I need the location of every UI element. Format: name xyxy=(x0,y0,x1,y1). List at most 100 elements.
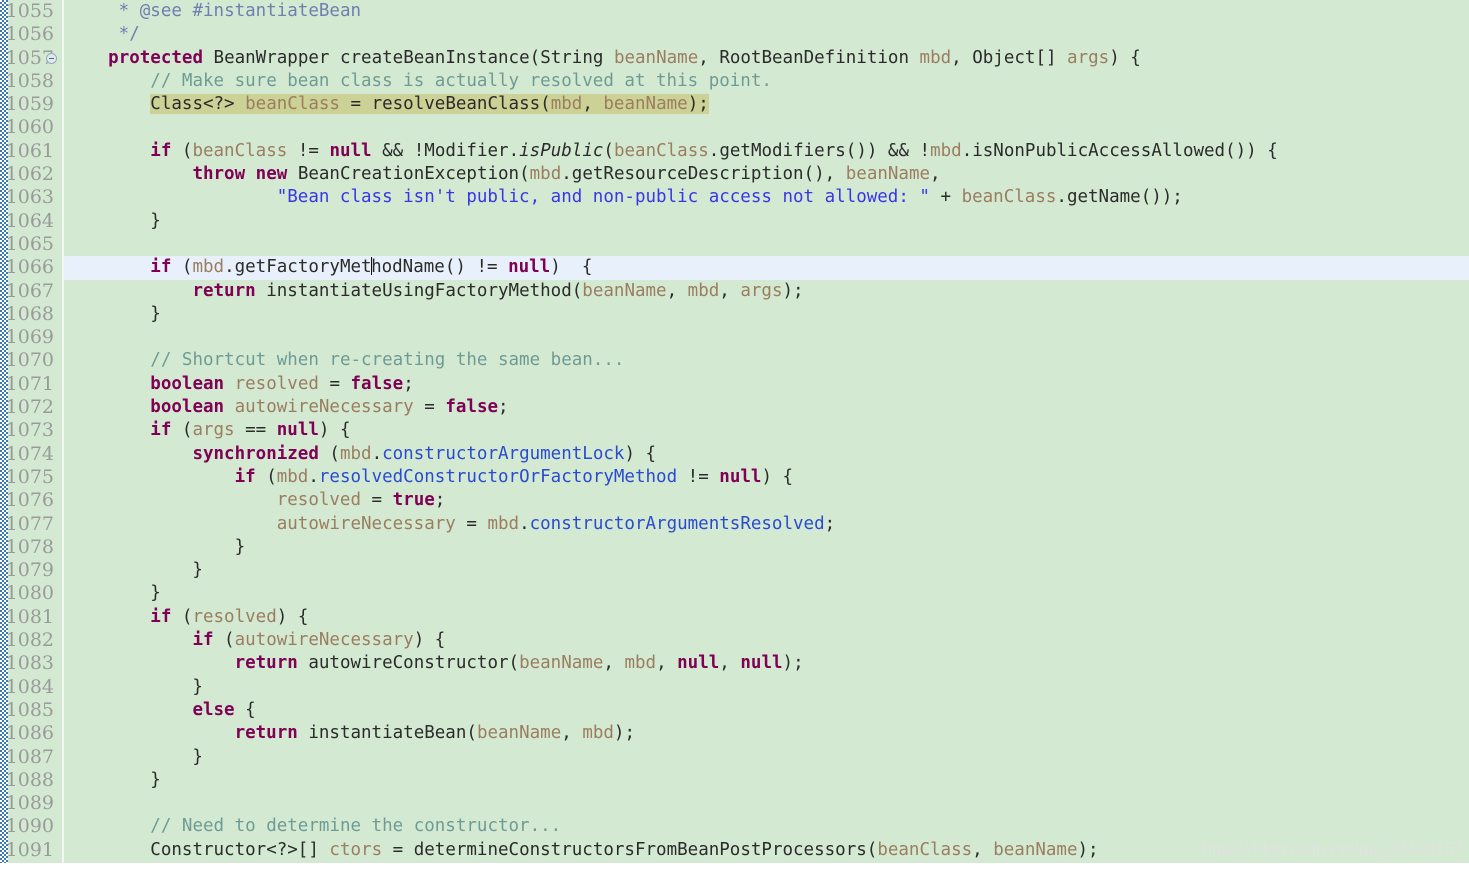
code-token: ; xyxy=(498,397,509,418)
code-text[interactable]: } xyxy=(66,559,203,582)
code-line[interactable]: 1062 throw new BeanCreationException(mbd… xyxy=(0,163,1469,186)
code-token: = xyxy=(339,94,372,115)
line-number: 1090 xyxy=(5,815,54,838)
code-text[interactable]: // Need to determine the constructor... xyxy=(66,815,561,838)
code-text[interactable]: protected BeanWrapper createBeanInstance… xyxy=(66,47,1141,70)
code-line[interactable]: 1089 xyxy=(0,792,1469,815)
code-line[interactable]: 1061 if (beanClass != null && !Modifier.… xyxy=(0,140,1469,163)
code-line[interactable]: 1080 } xyxy=(0,582,1469,605)
code-text[interactable]: } xyxy=(66,303,161,326)
code-text[interactable]: // Shortcut when re-creating the same be… xyxy=(66,349,624,372)
code-text[interactable]: } xyxy=(66,582,161,605)
code-text[interactable]: autowireNecessary = mbd.constructorArgum… xyxy=(66,513,835,536)
line-number: 1060 xyxy=(5,116,54,139)
code-text[interactable]: if (resolved) { xyxy=(66,606,308,629)
code-token: ) { xyxy=(550,257,593,278)
code-line[interactable]: 1087 } xyxy=(0,746,1469,769)
code-text[interactable]: Constructor<?>[] ctors = determineConstr… xyxy=(66,839,1098,862)
code-line[interactable]: 1073 if (args == null) { xyxy=(0,419,1469,442)
code-line[interactable]: 1078 } xyxy=(0,536,1469,559)
code-text[interactable]: } xyxy=(66,536,246,559)
code-text[interactable]: return autowireConstructor(beanName, mbd… xyxy=(66,652,804,675)
overview-marker-strip[interactable] xyxy=(0,0,8,869)
code-line[interactable]: 1055 * @see #instantiateBean xyxy=(0,0,1469,23)
code-line[interactable]: 1066 if (mbd.getFactoryMethodName() != n… xyxy=(0,256,1469,280)
code-token: Constructor xyxy=(150,839,267,860)
code-line[interactable]: 1084 } xyxy=(0,676,1469,699)
code-token: * xyxy=(66,1,140,21)
code-text[interactable]: if (autowireNecessary) { xyxy=(66,629,445,652)
code-line[interactable]: 1070 // Shortcut when re-creating the sa… xyxy=(0,349,1469,372)
code-line[interactable]: 1088 } xyxy=(0,769,1469,792)
code-text[interactable]: throw new BeanCreationException(mbd.getR… xyxy=(66,163,940,186)
code-line[interactable]: 1083 return autowireConstructor(beanName… xyxy=(0,652,1469,675)
code-editor[interactable]: 1055 * @see #instantiateBean 1056 */1057 … xyxy=(0,0,1469,869)
code-token: ( xyxy=(171,606,193,627)
code-lines-container[interactable]: 1055 * @see #instantiateBean 1056 */1057 … xyxy=(0,0,1469,869)
code-line[interactable]: 1064 } xyxy=(0,210,1469,233)
code-line[interactable]: 1077 autowireNecessary = mbd.constructor… xyxy=(0,513,1469,536)
code-token: determineConstructorsFromBeanPostProcess… xyxy=(413,839,867,860)
code-text[interactable]: return instantiateBean(beanName, mbd); xyxy=(66,722,635,745)
code-text[interactable]: return instantiateUsingFactoryMethod(bea… xyxy=(66,280,803,303)
code-line[interactable]: 1067 return instantiateUsingFactoryMetho… xyxy=(0,280,1469,303)
code-line[interactable]: 1090 // Need to determine the constructo… xyxy=(0,815,1469,838)
code-token: beanName xyxy=(603,94,688,115)
code-token: false xyxy=(445,397,499,418)
code-text[interactable]: else { xyxy=(66,699,255,722)
code-line[interactable]: 1076 resolved = true; xyxy=(0,489,1469,512)
code-token: beanClass xyxy=(961,187,1057,208)
code-line[interactable]: 1082 if (autowireNecessary) { xyxy=(0,629,1469,652)
code-line[interactable]: 1069 xyxy=(0,326,1469,349)
line-number: 1072 xyxy=(5,396,54,419)
code-token: = xyxy=(382,839,414,860)
code-text[interactable]: if (mbd.resolvedConstructorOrFactoryMeth… xyxy=(66,466,793,489)
code-text[interactable]: if (beanClass != null && !Modifier.isPub… xyxy=(66,140,1278,163)
code-text[interactable]: */ xyxy=(66,23,140,46)
code-text[interactable]: // Make sure bean class is actually reso… xyxy=(66,70,772,93)
code-text[interactable]: * @see #instantiateBean xyxy=(66,0,361,23)
code-line[interactable]: 1057 protected BeanWrapper createBeanIns… xyxy=(0,47,1469,70)
code-line[interactable]: 1068 } xyxy=(0,303,1469,326)
code-text[interactable]: } xyxy=(66,769,161,792)
code-line[interactable]: 1086 return instantiateBean(beanName, mb… xyxy=(0,722,1469,745)
code-token: } xyxy=(66,583,161,604)
code-line[interactable]: 1079 } xyxy=(0,559,1469,582)
code-token: ()) { xyxy=(1225,140,1278,161)
code-text[interactable]: Class<?> beanClass = resolveBeanClass(mb… xyxy=(66,93,709,116)
code-line[interactable]: 1075 if (mbd.resolvedConstructorOrFactor… xyxy=(0,466,1469,489)
code-line[interactable]: 1071 boolean resolved = false; xyxy=(0,373,1469,396)
code-text[interactable]: } xyxy=(66,746,203,769)
code-line[interactable]: 1058 // Make sure bean class is actually… xyxy=(0,70,1469,93)
code-line[interactable]: 1085 else { xyxy=(0,699,1469,722)
code-text[interactable]: if (mbd.getFactoryMethodName() != null) … xyxy=(66,256,592,279)
code-line[interactable]: 1072 boolean autowireNecessary = false; xyxy=(0,396,1469,419)
code-text[interactable]: boolean autowireNecessary = false; xyxy=(66,396,509,419)
code-text[interactable]: boolean resolved = false; xyxy=(66,373,413,396)
code-fold-collapse-icon[interactable] xyxy=(46,52,57,64)
code-line[interactable]: 1065 xyxy=(0,233,1469,256)
code-line[interactable]: 1091 Constructor<?>[] ctors = determineC… xyxy=(0,839,1469,862)
code-text[interactable]: resolved = true; xyxy=(66,489,446,512)
code-token: . xyxy=(1056,187,1067,208)
code-text[interactable]: } xyxy=(66,676,203,699)
code-text[interactable]: if (args == null) { xyxy=(66,419,350,442)
code-line[interactable]: 1060 xyxy=(0,116,1469,139)
code-line[interactable]: 1074 synchronized (mbd.constructorArgume… xyxy=(0,443,1469,466)
code-line[interactable]: 1081 if (resolved) { xyxy=(0,606,1469,629)
code-line[interactable]: 1063 "Bean class isn't public, and non-p… xyxy=(0,186,1469,209)
code-token: } xyxy=(66,303,161,324)
code-text[interactable]: } xyxy=(66,210,161,233)
code-text[interactable]: synchronized (mbd.constructorArgumentLoc… xyxy=(66,443,656,466)
code-token: protected xyxy=(108,47,203,68)
code-line[interactable]: 1056 */ xyxy=(0,23,1469,46)
code-line[interactable]: 1059 Class<?> beanClass = resolveBeanCla… xyxy=(0,93,1469,116)
code-text[interactable]: "Bean class isn't public, and non-public… xyxy=(66,186,1183,209)
code-token: null xyxy=(719,466,762,487)
